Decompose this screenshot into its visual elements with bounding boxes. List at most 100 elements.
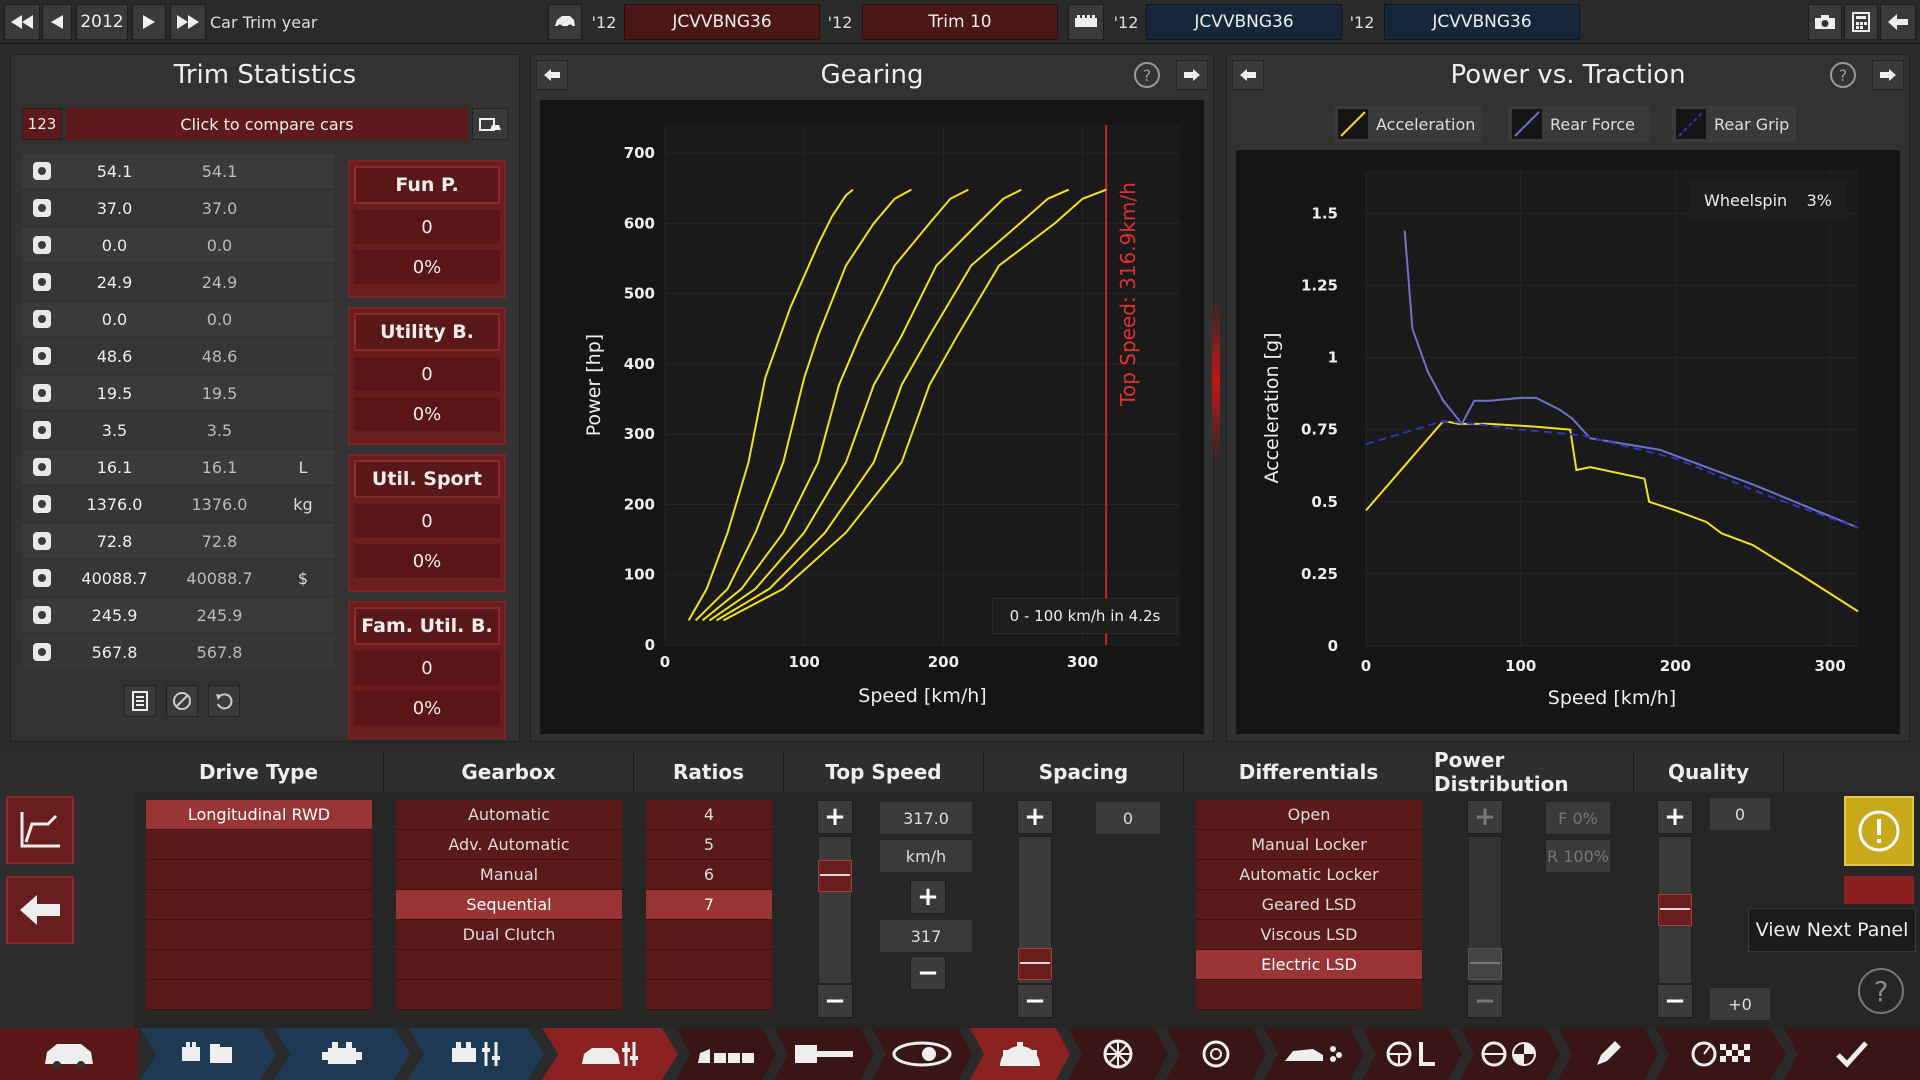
list-item[interactable]: Adv. Automatic (396, 830, 622, 860)
stat-value: 3.5 (101, 420, 128, 440)
list-item[interactable]: 5 (646, 830, 772, 860)
spacing-slider-handle[interactable] (1018, 948, 1052, 980)
tab-finish[interactable] (1784, 1028, 1920, 1080)
steering-wheel-icon (22, 154, 62, 188)
list-item-empty (146, 980, 372, 1010)
arrow-left-icon (1888, 14, 1908, 30)
tab-engine-tuning[interactable] (408, 1028, 544, 1080)
next-year-button[interactable] (132, 4, 166, 40)
tab-test-drive[interactable] (1558, 1028, 1658, 1080)
tab-aero[interactable] (1264, 1028, 1364, 1080)
slot-2-name[interactable]: Trim 10 (862, 4, 1058, 40)
list-item[interactable]: 7 (646, 890, 772, 920)
list-item[interactable]: Dual Clutch (396, 920, 622, 950)
top-speed-decrease-button[interactable]: − (817, 984, 853, 1018)
list-item[interactable]: Electric LSD (1196, 950, 1422, 980)
slot-1-name[interactable]: JCVVBNG36 (624, 4, 820, 40)
engine-compare-button[interactable] (1068, 4, 1104, 40)
list-item[interactable]: Automatic (396, 800, 622, 830)
quality-decrease-button[interactable]: − (1657, 984, 1693, 1018)
tab-gearbox[interactable] (970, 1028, 1070, 1080)
spacing-decrease-button[interactable]: − (1017, 984, 1053, 1018)
list-item[interactable]: Viscous LSD (1196, 920, 1422, 950)
previous-panel-button[interactable] (6, 876, 74, 944)
prev-year-button[interactable] (42, 4, 72, 40)
legend-acceleration[interactable]: Acceleration (1334, 106, 1482, 142)
report-button[interactable] (124, 685, 156, 717)
car-compare-button[interactable] (548, 4, 582, 40)
list-item[interactable]: Geared LSD (1196, 890, 1422, 920)
tab-interior-safety[interactable] (1362, 1028, 1462, 1080)
quality-slider-handle[interactable] (1658, 894, 1692, 926)
axis-graph-icon (20, 812, 60, 848)
list-item[interactable]: Open (1196, 800, 1422, 830)
compare-options-button[interactable] (472, 108, 508, 140)
spacing-increase-button[interactable]: + (1017, 800, 1053, 834)
help-icon[interactable]: ? (1134, 62, 1160, 88)
graph-view-button[interactable] (6, 796, 74, 864)
legend-rear-grip[interactable]: Rear Grip (1672, 106, 1796, 142)
tab-safety[interactable] (1460, 1028, 1560, 1080)
top-speed-unit[interactable]: km/h (880, 840, 972, 872)
x-tick-label: 200 (928, 653, 959, 671)
trim-statistics-title: Trim Statistics (173, 60, 357, 90)
tab-suspension[interactable] (872, 1028, 972, 1080)
list-item[interactable]: Sequential (396, 890, 622, 920)
warning-button[interactable] (1844, 796, 1914, 866)
compare-code[interactable]: 123 (22, 108, 62, 140)
tab-engine[interactable] (274, 1028, 410, 1080)
list-item[interactable]: Manual (396, 860, 622, 890)
tab-body[interactable] (0, 1028, 138, 1080)
traction-prev-panel-button[interactable] (1232, 60, 1264, 90)
gearbox-header: Gearbox (384, 752, 634, 792)
calculator-button[interactable] (1844, 4, 1878, 40)
folder-car-icon (479, 118, 501, 131)
quality-increase-button[interactable]: + (1657, 800, 1693, 834)
fast-forward-button[interactable] (170, 4, 206, 40)
back-button[interactable] (1880, 4, 1916, 40)
slot-3-name[interactable]: JCVVBNG36 (1146, 4, 1342, 40)
legend-rear-force[interactable]: Rear Force (1508, 106, 1650, 142)
list-item[interactable]: Automatic Locker (1196, 860, 1422, 890)
gearing-next-panel-button[interactable] (1176, 60, 1208, 90)
slot-4-name[interactable]: JCVVBNG36 (1384, 4, 1580, 40)
score-percent: 0% (354, 691, 500, 725)
top-speed-target-decrease-button[interactable]: − (910, 956, 946, 990)
tab-testing[interactable] (1656, 1028, 1786, 1080)
compare-cars-button[interactable]: Click to compare cars (66, 108, 468, 140)
tab-interior[interactable] (676, 1028, 776, 1080)
top-speed-slider-handle[interactable] (818, 860, 852, 892)
list-item[interactable]: 4 (646, 800, 772, 830)
rewind-button[interactable] (4, 4, 40, 40)
score-card-fun: Fun P. 0 0% (348, 160, 506, 298)
slot-1-year: '12 (591, 12, 617, 32)
clear-compare-button[interactable] (166, 685, 198, 717)
list-item[interactable]: 6 (646, 860, 772, 890)
top-speed-slider-track[interactable] (818, 836, 852, 984)
triangle-right-icon (143, 15, 155, 29)
help-icon[interactable]: ? (1858, 968, 1904, 1014)
list-item-empty (396, 950, 622, 980)
next-panel-button[interactable] (1844, 876, 1914, 904)
service-icon (22, 524, 62, 558)
cost-icon (22, 561, 62, 595)
list-item[interactable]: Manual Locker (1196, 830, 1422, 860)
reset-button[interactable] (208, 685, 240, 717)
score-card-utility: Utility B. 0 0% (348, 307, 506, 445)
car-body-icon (45, 1044, 93, 1069)
top-speed-increase-button[interactable]: + (817, 800, 853, 834)
tab-drivetrain[interactable] (774, 1028, 874, 1080)
tab-engine-family[interactable] (140, 1028, 276, 1080)
screenshot-button[interactable] (1808, 4, 1842, 40)
traction-next-panel-button[interactable] (1872, 60, 1904, 90)
tab-brakes[interactable] (1166, 1028, 1266, 1080)
list-item[interactable]: Longitudinal RWD (146, 800, 372, 830)
quality-header: Quality (1634, 752, 1784, 792)
tab-trim[interactable] (542, 1028, 678, 1080)
help-icon[interactable]: ? (1830, 62, 1856, 88)
top-speed-target-increase-button[interactable]: + (910, 880, 946, 914)
slot-2-year: '12 (827, 12, 853, 32)
gearing-prev-panel-button[interactable] (536, 60, 568, 90)
stat-compare-value: 0.0 (206, 309, 233, 329)
tab-wheels[interactable] (1068, 1028, 1168, 1080)
